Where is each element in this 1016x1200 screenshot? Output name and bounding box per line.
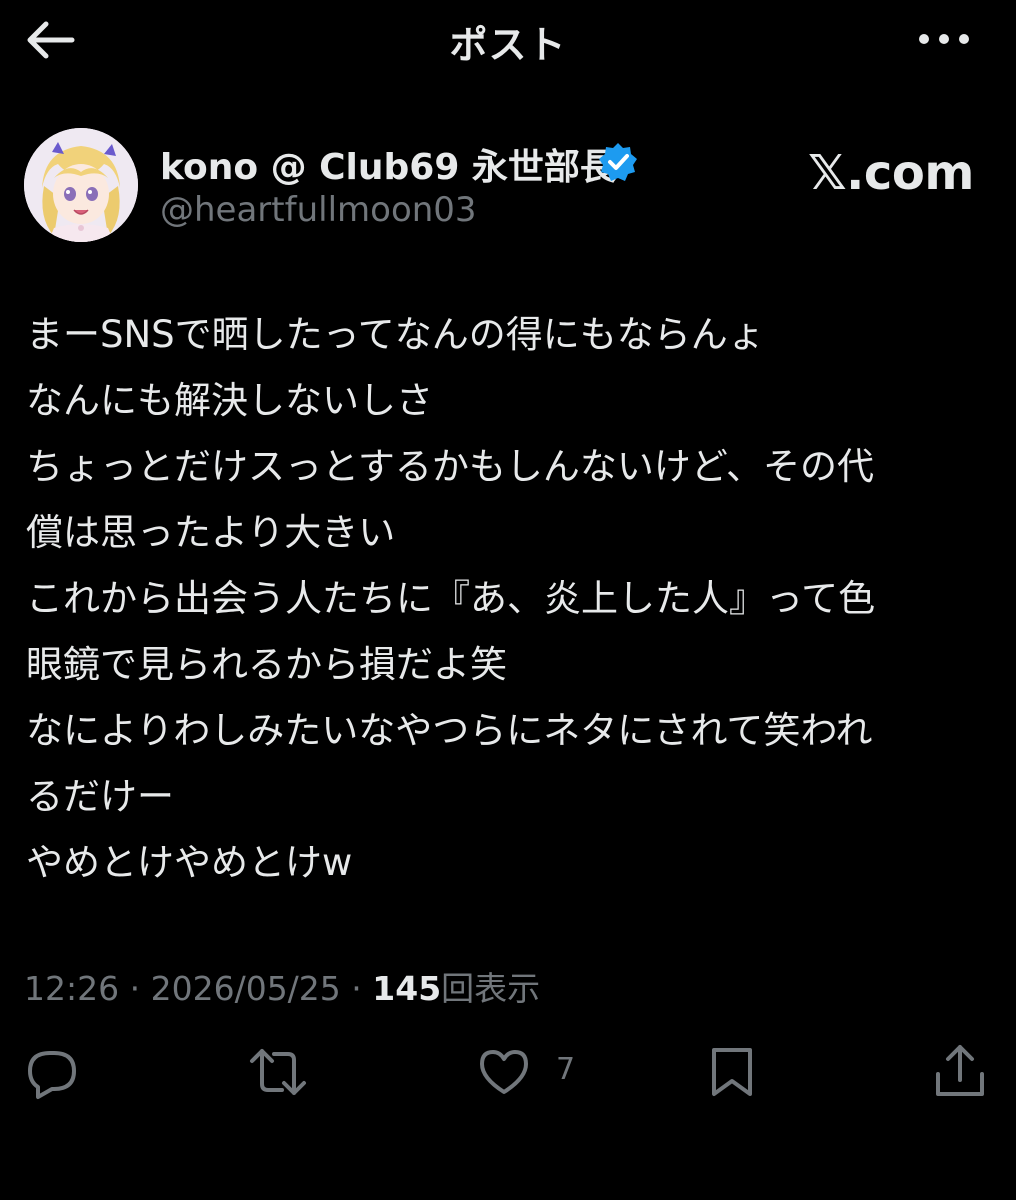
author-handle[interactable]: @heartfullmoon03: [160, 190, 477, 230]
post-text-line: まーSNSで晒したってなんの得にもならんょ: [26, 313, 765, 356]
more-horizontal-icon: [919, 34, 969, 44]
post-text-line: やめとけやめとけw: [26, 841, 353, 884]
post-text-line: なんにも解決しないしさ: [26, 379, 433, 422]
share-icon: [936, 1045, 984, 1096]
meta-separator: ·: [119, 969, 151, 1008]
post-text-line: なによりわしみたいなやつらにネタにされて笑われ: [26, 709, 873, 752]
top-bar: ポスト: [0, 0, 1016, 80]
reply-button[interactable]: [24, 1044, 80, 1100]
page-title: ポスト: [449, 23, 567, 67]
views-label: 回表示: [441, 969, 541, 1008]
repost-icon: [250, 1049, 306, 1095]
meta-separator: ·: [340, 969, 373, 1008]
repost-button[interactable]: [248, 1044, 308, 1100]
post-meta: 12:26 · 2026/05/25 · 145回表示: [24, 962, 540, 1010]
reply-icon: [28, 1051, 76, 1099]
avatar[interactable]: [24, 128, 138, 242]
author-display-name[interactable]: kono @ Club69 永世部長: [160, 138, 616, 190]
avatar-image: [24, 128, 138, 242]
share-button[interactable]: [932, 1044, 988, 1100]
post-time: 12:26: [24, 969, 120, 1008]
post-text-line: 眼鏡で見られるから損だよ笑: [26, 643, 507, 686]
verified-badge-icon: [599, 143, 637, 181]
post-text-line: るだけー: [26, 775, 174, 818]
post-text-line: 償は思ったより大きい: [26, 511, 396, 554]
post-date: 2026/05/25: [150, 969, 341, 1008]
x-watermark: 𝕏.com: [808, 145, 974, 201]
bookmark-button[interactable]: [704, 1044, 760, 1100]
more-options-button[interactable]: [914, 24, 974, 54]
like-button[interactable]: [476, 1044, 532, 1100]
post-text: まーSNSで晒したってなんの得にもならんょ なんにも解決しないしさ ちょっとだけ…: [26, 302, 992, 896]
heart-icon: [480, 1050, 528, 1094]
views-count[interactable]: 145: [372, 969, 441, 1008]
post-text-line: これから出会う人たちに『あ、炎上した人』って色: [26, 577, 876, 620]
post-text-line: ちょっとだけスっとするかもしんないけど、その代: [26, 445, 875, 488]
bookmark-icon: [712, 1048, 752, 1096]
like-count: 7: [556, 1052, 576, 1087]
verified-badge: [598, 142, 638, 182]
